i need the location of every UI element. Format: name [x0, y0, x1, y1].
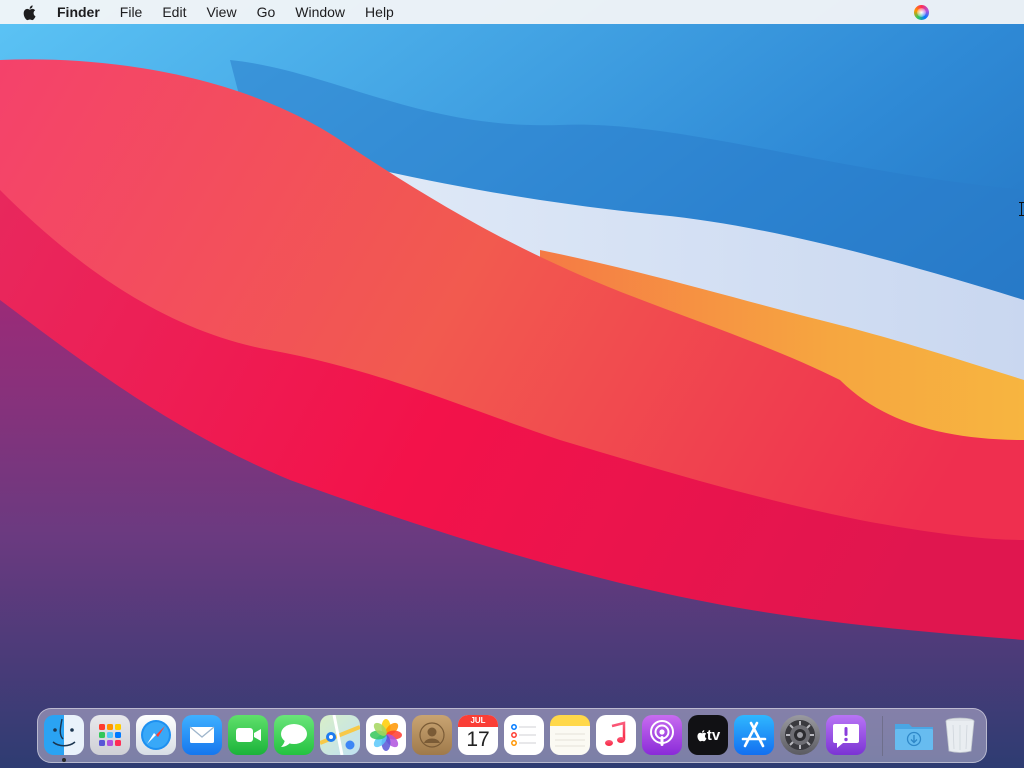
music-icon[interactable] [596, 715, 636, 755]
menu-window[interactable]: Window [285, 0, 355, 24]
menu-help[interactable]: Help [355, 0, 404, 24]
apple-tv-logo-icon [697, 729, 707, 741]
mail-icon[interactable] [182, 715, 222, 755]
calendar-day: 17 [466, 728, 490, 751]
menu-app-finder[interactable]: Finder [49, 0, 110, 24]
menu-bar: Finder File Edit View Go Window Help [0, 0, 1024, 24]
reminders-icon[interactable] [504, 715, 544, 755]
contacts-icon[interactable] [412, 715, 452, 755]
app-store-icon[interactable] [734, 715, 774, 755]
menu-file[interactable]: File [110, 0, 153, 24]
menu-view[interactable]: View [196, 0, 246, 24]
feedback-icon[interactable] [826, 715, 866, 755]
calendar-month: JUL [458, 715, 498, 727]
desktop[interactable]: Finder File Edit View Go Window Help JUL… [0, 0, 1024, 768]
notes-icon[interactable] [550, 715, 590, 755]
text-cursor-icon [1019, 202, 1024, 216]
apple-icon[interactable] [9, 0, 49, 24]
finder-icon[interactable] [44, 715, 84, 755]
menu-edit[interactable]: Edit [152, 0, 196, 24]
messages-icon[interactable] [274, 715, 314, 755]
podcasts-icon[interactable] [642, 715, 682, 755]
finder-running-indicator [62, 758, 66, 762]
safari-icon[interactable] [136, 715, 176, 755]
launchpad-icon[interactable] [90, 715, 130, 755]
downloads-folder-icon[interactable] [894, 715, 934, 755]
dock: JUL 17 tv [37, 708, 987, 763]
dock-separator [882, 716, 883, 756]
desktop-wallpaper [0, 0, 1024, 768]
status-menu-area [914, 0, 1024, 24]
maps-icon[interactable] [320, 715, 360, 755]
photos-icon[interactable] [366, 715, 406, 755]
facetime-icon[interactable] [228, 715, 268, 755]
calendar-icon[interactable]: JUL 17 [458, 715, 498, 755]
menu-go[interactable]: Go [247, 0, 286, 24]
tv-icon[interactable]: tv [688, 715, 728, 755]
gear-icon[interactable] [780, 715, 820, 755]
siri-icon[interactable] [914, 4, 929, 20]
tv-label: tv [706, 726, 721, 744]
trash-icon[interactable] [940, 715, 980, 755]
